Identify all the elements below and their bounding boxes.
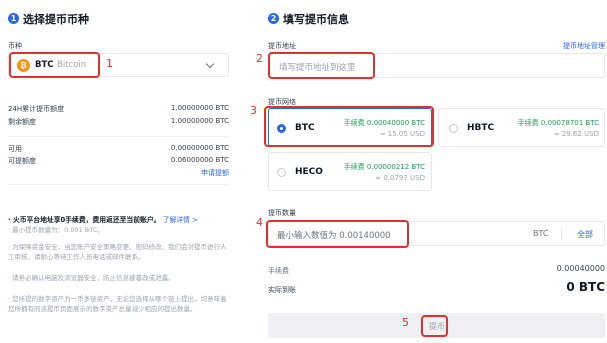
stat-value-24h: 1.00000000 BTC — [170, 104, 229, 112]
note-multichain: · 您所提的数字资产为一币多链资产，无论您选择从哪个链上提出，均意味着您所拥有的… — [8, 295, 227, 313]
annotation-box-5 — [421, 315, 448, 337]
balance-value-available: 0.00000000 BTC — [170, 144, 229, 152]
network-fee: 手续费 0.00078701 BTC — [517, 119, 599, 127]
step-2-badge: 2 — [268, 13, 279, 24]
network-fee-usd: ≈ 0.0797 USD — [375, 174, 425, 182]
annotation-number-4: 4 — [256, 216, 263, 229]
fee-label: 手续费 — [268, 267, 289, 275]
balance-label-withdrawable: 可提额度 — [8, 157, 36, 165]
chevron-down-icon — [205, 59, 215, 69]
step-2-title: 填写提币信息 — [283, 13, 349, 26]
fee-value: 0.00040000 — [556, 264, 605, 273]
radio-unselected — [277, 168, 286, 177]
currency-label: 币种 — [8, 42, 22, 50]
annotation-number-2: 2 — [256, 52, 263, 65]
annotation-number-5: 5 — [402, 316, 409, 329]
balance-label-available: 可用 — [8, 145, 22, 153]
network-fee-usd: ≈ 29.62 USD — [553, 130, 599, 138]
actual-label: 实际到账 — [268, 286, 296, 294]
step-1-badge: 1 — [8, 13, 19, 24]
network-name: HBTC — [467, 123, 495, 133]
address-label: 提币地址 — [268, 42, 296, 50]
learn-more-link[interactable]: 了解详情 > — [163, 216, 198, 224]
note-min: · 最小提币数量为：0.001 BTC。 — [8, 226, 104, 234]
annotation-box-2 — [268, 52, 375, 79]
note-browser: · 请务必确认电脑及浏览器安全，防止信息被篡改或泄露。 — [8, 274, 175, 282]
notice-main-text: · 火币平台地址享0手续费，费用返还至当前账户。 — [8, 216, 161, 224]
notice-main: · 火币平台地址享0手续费，费用返还至当前账户。 了解详情 > — [8, 214, 198, 224]
stat-value-remaining: 1.00000000 BTC — [170, 117, 229, 125]
annotation-box-3 — [264, 106, 434, 147]
apply-limit-link[interactable]: 申请提额 — [169, 168, 229, 178]
network-option-hbtc[interactable]: HBTC 手续费 0.00078701 BTC ≈ 29.62 USD — [438, 108, 605, 147]
amount-separator — [561, 228, 562, 240]
note-security: · 为保障资金安全，当您账户安全策略变更、密码修改、我们会对提币进行人工审核，请… — [8, 243, 227, 261]
amount-label: 提币数量 — [268, 209, 296, 217]
stat-label-remaining: 剩余额度 — [8, 118, 36, 126]
annotation-number-1: 1 — [106, 57, 113, 70]
amount-all-button[interactable]: 全部 — [577, 229, 593, 240]
annotation-box-4 — [266, 220, 409, 248]
network-name: HECO — [295, 167, 323, 177]
address-manage-link[interactable]: 提币地址管理 — [527, 41, 605, 51]
amount-unit: BTC — [533, 229, 549, 238]
network-fee: 手续费 0.00000212 BTC — [343, 163, 425, 171]
balance-value-withdrawable: 0.06000000 BTC — [170, 156, 229, 164]
annotation-box-1 — [9, 52, 100, 78]
divider — [8, 184, 229, 185]
divider — [8, 136, 229, 137]
stat-label-24h: 24H累计提币额度 — [8, 105, 65, 113]
annotation-number-3: 3 — [250, 104, 257, 117]
actual-value: 0 BTC — [566, 280, 605, 294]
step-1-title: 选择提币币种 — [23, 13, 89, 26]
radio-unselected — [449, 124, 458, 133]
network-option-heco[interactable]: HECO 手续费 0.00000212 BTC ≈ 0.0797 USD — [268, 152, 432, 191]
